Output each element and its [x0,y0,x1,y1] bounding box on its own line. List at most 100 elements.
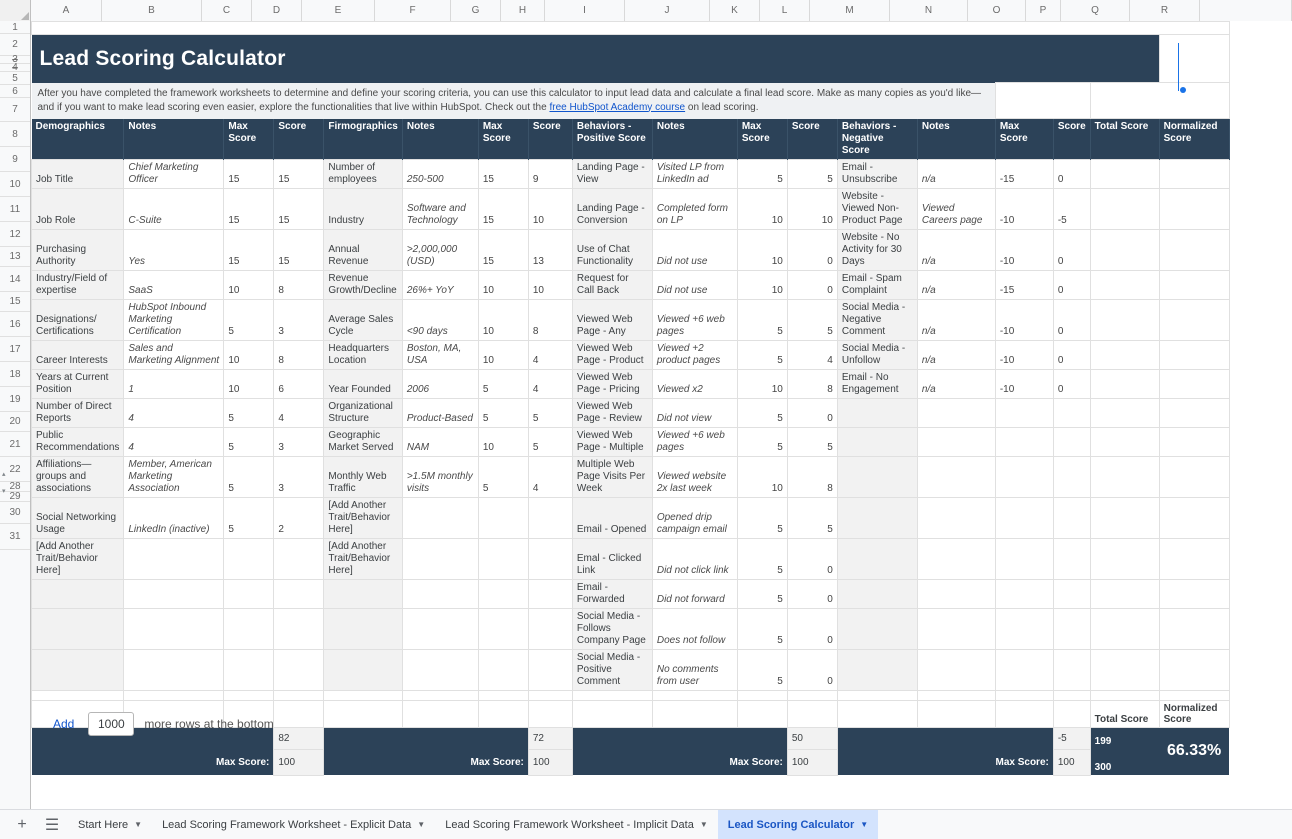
max-score-cell[interactable]: 15 [478,159,528,188]
trait-cell[interactable]: Public Recommendations [32,427,124,456]
note-cell[interactable]: n/a [917,299,995,340]
score-cell[interactable]: 0 [787,608,837,649]
note-cell[interactable]: C-Suite [124,188,224,229]
column-header-F[interactable]: F [375,0,451,21]
note-cell[interactable]: 250-500 [402,159,478,188]
note-cell[interactable]: 26%+ YoY [402,270,478,299]
note-cell[interactable]: Chief Marketing Officer [124,159,224,188]
trait-cell[interactable] [324,608,402,649]
trait-cell[interactable]: Annual Revenue [324,229,402,270]
row-header-21[interactable]: 21 [0,432,30,457]
column-header-I[interactable]: I [545,0,625,21]
score-cell[interactable] [528,608,572,649]
trait-cell[interactable] [837,608,917,649]
total-score-cell[interactable] [1090,649,1159,690]
column-header-C[interactable]: C [202,0,252,21]
row-header-17[interactable]: 17 [0,337,30,362]
blank-cell[interactable] [737,700,787,727]
note-cell[interactable] [917,427,995,456]
score-cell[interactable]: -5 [1053,188,1090,229]
max-score-cell[interactable]: 10 [478,427,528,456]
note-cell[interactable] [917,497,995,538]
max-score-cell[interactable]: -10 [995,369,1053,398]
score-cell[interactable]: 15 [274,188,324,229]
column-header-B[interactable]: B [102,0,202,21]
trait-cell[interactable] [837,427,917,456]
max-score-cell[interactable]: 10 [478,270,528,299]
blank-cell[interactable] [224,690,274,700]
score-cell[interactable]: 8 [274,270,324,299]
blank-cell[interactable] [402,700,478,727]
trait-cell[interactable]: Viewed Web Page - Multiple [572,427,652,456]
trait-cell[interactable] [837,579,917,608]
note-cell[interactable] [402,538,478,579]
max-score-cell[interactable]: 5 [737,497,787,538]
score-cell[interactable]: 4 [787,340,837,369]
trait-cell[interactable]: Purchasing Authority [32,229,124,270]
normalized-score-cell[interactable] [1159,456,1229,497]
trait-cell[interactable]: Number of employees [324,159,402,188]
note-cell[interactable] [917,456,995,497]
trait-cell[interactable]: Landing Page - Conversion [572,188,652,229]
note-cell[interactable] [402,497,478,538]
note-cell[interactable]: <90 days [402,299,478,340]
sheet-tab-2[interactable]: Lead Scoring Framework Worksheet - Impli… [435,810,718,839]
max-score-cell[interactable]: -10 [995,229,1053,270]
note-cell[interactable]: Software and Technology [402,188,478,229]
note-cell[interactable]: n/a [917,369,995,398]
note-cell[interactable]: Member, American Marketing Association [124,456,224,497]
blank-cell[interactable] [402,690,478,700]
max-score-cell[interactable]: 5 [224,299,274,340]
max-score-cell[interactable]: 5 [737,340,787,369]
score-cell[interactable]: 3 [274,299,324,340]
row-header-29[interactable]: 29 [0,492,30,502]
normalized-score-cell[interactable] [1159,427,1229,456]
score-cell[interactable] [1053,608,1090,649]
score-cell[interactable]: 9 [528,159,572,188]
score-cell[interactable] [274,538,324,579]
max-score-cell[interactable]: 10 [224,270,274,299]
score-cell[interactable] [1053,538,1090,579]
trait-cell[interactable]: Geographic Market Served [324,427,402,456]
total-score-cell[interactable] [1090,497,1159,538]
total-score-cell[interactable] [1090,270,1159,299]
note-cell[interactable]: 4 [124,398,224,427]
note-cell[interactable]: LinkedIn (inactive) [124,497,224,538]
row-header-10[interactable]: 10 [0,172,30,197]
score-cell[interactable] [1053,456,1090,497]
note-cell[interactable]: 4 [124,427,224,456]
blank-cell[interactable] [837,690,917,700]
blank-cell[interactable] [528,700,572,727]
trait-cell[interactable]: Organizational Structure [324,398,402,427]
trait-cell[interactable]: Monthly Web Traffic [324,456,402,497]
normalized-score-cell[interactable] [1159,270,1229,299]
normalized-score-cell[interactable] [1159,159,1229,188]
max-score-cell[interactable] [224,538,274,579]
trait-cell[interactable]: Social Media - Positive Comment [572,649,652,690]
row-header-4[interactable]: 4 [0,64,30,72]
note-cell[interactable] [402,579,478,608]
score-cell[interactable] [528,538,572,579]
blank-cell[interactable] [478,690,528,700]
trait-cell[interactable] [324,649,402,690]
chevron-down-icon[interactable]: ▼ [134,820,142,829]
trait-cell[interactable]: Multiple Web Page Visits Per Week [572,456,652,497]
max-score-cell[interactable]: 15 [478,188,528,229]
trait-cell[interactable] [837,456,917,497]
max-score-cell[interactable]: 10 [737,188,787,229]
trait-cell[interactable]: Social Media - Unfollow [837,340,917,369]
max-score-cell[interactable]: 10 [224,369,274,398]
note-cell[interactable]: >2,000,000 (USD) [402,229,478,270]
column-header-E[interactable]: E [302,0,375,21]
max-score-cell[interactable] [995,497,1053,538]
max-score-cell[interactable] [224,608,274,649]
sheet-canvas[interactable]: Lead Scoring CalculatorAfter you have co… [31,21,1292,839]
score-cell[interactable]: 5 [787,427,837,456]
score-cell[interactable]: 0 [1053,159,1090,188]
score-cell[interactable] [528,579,572,608]
total-score-cell[interactable] [1090,229,1159,270]
trait-cell[interactable]: Industry/Field of expertise [32,270,124,299]
chevron-down-icon[interactable]: ▼ [860,820,868,829]
max-score-cell[interactable] [995,427,1053,456]
total-score-cell[interactable] [1090,456,1159,497]
